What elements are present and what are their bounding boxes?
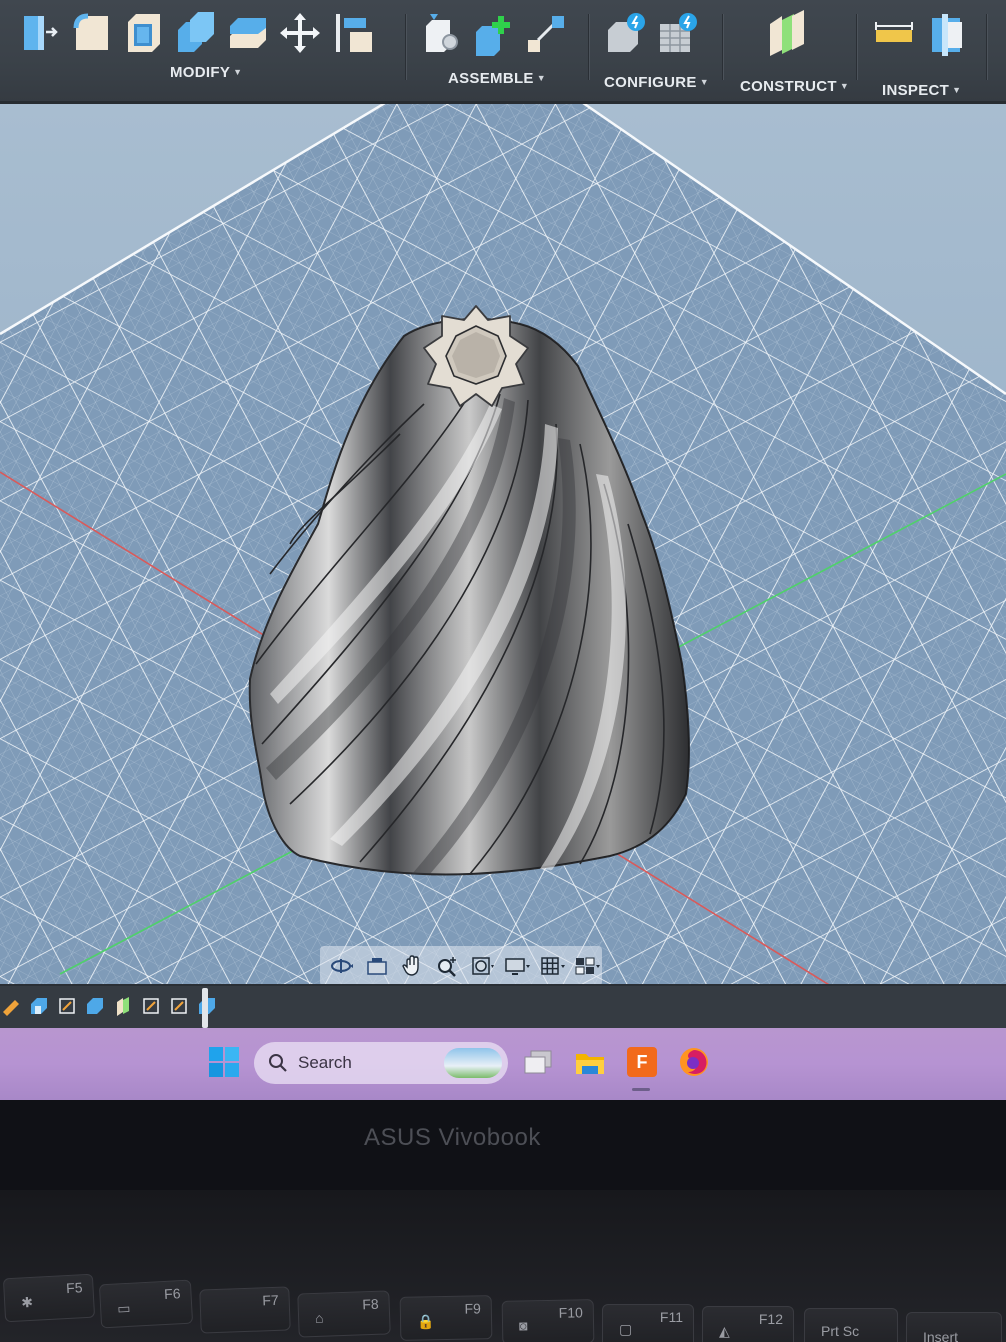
configure-table-icon[interactable] [656, 8, 700, 58]
configure-group: CONFIGURE ▼ [604, 0, 716, 100]
align-icon[interactable] [330, 8, 374, 58]
brightness-icon: ✱ [20, 1293, 34, 1311]
file-explorer-icon[interactable] [572, 1044, 608, 1080]
key-f7[interactable]: F7 [199, 1286, 291, 1334]
firefox-icon[interactable] [676, 1044, 712, 1080]
key-f10[interactable]: ◙ F10 [501, 1299, 595, 1342]
combine-icon[interactable] [174, 8, 218, 58]
timeline-extrude-icon[interactable] [28, 994, 50, 1018]
shell-icon[interactable] [122, 8, 166, 58]
separator [856, 14, 858, 80]
grid-settings-icon[interactable] [536, 951, 567, 981]
modify-group: MODIFY ▼ [18, 0, 402, 100]
key-f5[interactable]: ✱ F5 [2, 1273, 96, 1323]
key-f9[interactable]: 🔒 F9 [399, 1295, 493, 1341]
display-settings-icon[interactable] [501, 951, 532, 981]
search-highlight-image [444, 1048, 502, 1078]
key-prtsc[interactable]: Prt Sc [804, 1308, 898, 1342]
lock-icon: 🔒 [416, 1313, 435, 1330]
timeline-marker[interactable] [202, 988, 208, 1028]
offset-face-icon[interactable] [226, 8, 270, 58]
key-f12[interactable]: ◭ F12 [702, 1306, 794, 1342]
configure-icon[interactable] [604, 8, 648, 58]
separator [405, 14, 407, 80]
fusion-icon[interactable]: F [624, 1044, 660, 1080]
fit-icon[interactable] [466, 951, 497, 981]
offset-plane-icon[interactable] [764, 8, 808, 58]
windows-start-icon[interactable] [208, 1046, 240, 1078]
canvas-viewport[interactable] [0, 104, 1006, 984]
key-f8[interactable]: ⌂ F8 [297, 1290, 391, 1338]
key-insert[interactable]: Insert [906, 1312, 1002, 1342]
orbit-icon[interactable] [326, 951, 357, 981]
search-bar[interactable]: Search [254, 1042, 508, 1084]
key-f6[interactable]: ▭ F6 [98, 1279, 194, 1329]
ribbon-toolbar: MODIFY ▼ ASSEMBLE ▼ CONFIGURE ▼ CONSTRUC… [0, 0, 1006, 104]
construct-menu[interactable]: CONSTRUCT ▼ [740, 78, 849, 95]
timeline-sketch-icon[interactable] [0, 994, 22, 1018]
camera-icon: ◙ [518, 1317, 528, 1334]
search-icon [269, 1054, 287, 1072]
as-built-joint-icon[interactable] [524, 8, 568, 58]
modify-menu[interactable]: MODIFY ▼ [170, 64, 242, 81]
screen: MODIFY ▼ ASSEMBLE ▼ CONFIGURE ▼ CONSTRUC… [0, 0, 1006, 1100]
joint-icon[interactable] [472, 8, 516, 58]
task-view-icon[interactable] [520, 1044, 556, 1080]
separator [986, 14, 988, 80]
separator [588, 14, 590, 80]
move-icon[interactable] [278, 8, 322, 58]
key-f11[interactable]: ▢ F11 [602, 1304, 694, 1342]
zoom-icon[interactable] [431, 951, 462, 981]
separator [722, 14, 724, 80]
navigation-bar [320, 946, 602, 986]
timeline-sketch-icon[interactable] [140, 994, 162, 1018]
active-app-indicator [632, 1088, 650, 1091]
timeline-plane-icon[interactable] [112, 994, 134, 1018]
section-analysis-icon[interactable] [924, 8, 968, 58]
timeline-sketch-icon[interactable] [168, 994, 190, 1018]
timeline [0, 984, 1006, 1030]
projector-icon: ⌂ [314, 1309, 324, 1327]
myasus-icon: ◭ [719, 1323, 730, 1339]
viewports-icon[interactable] [571, 951, 602, 981]
new-component-icon[interactable] [420, 8, 464, 58]
look-at-icon[interactable] [361, 951, 392, 981]
laptop-brand-logo: ASUS Vivobook [364, 1124, 541, 1151]
screen-icon: ▭ [116, 1299, 131, 1317]
timeline-combine-icon[interactable] [84, 994, 106, 1018]
snip-icon: ▢ [619, 1321, 633, 1337]
measure-icon[interactable] [872, 8, 916, 58]
fusion-letter: F [637, 1052, 648, 1072]
configure-menu[interactable]: CONFIGURE ▼ [604, 74, 709, 91]
assemble-menu[interactable]: ASSEMBLE ▼ [448, 70, 546, 87]
inspect-group: INSPECT ▼ [872, 0, 982, 100]
fillet-icon[interactable] [70, 8, 114, 58]
timeline-sketch-icon[interactable] [56, 994, 78, 1018]
assemble-group: ASSEMBLE ▼ [420, 0, 580, 100]
press-pull-icon[interactable] [18, 8, 62, 58]
ground-grid [0, 104, 1006, 984]
windows-taskbar: Search F [0, 1028, 1006, 1100]
search-label: Search [298, 1053, 352, 1072]
inspect-menu[interactable]: INSPECT ▼ [882, 82, 961, 99]
construct-group: CONSTRUCT ▼ [740, 0, 850, 100]
pan-icon[interactable] [396, 951, 427, 981]
